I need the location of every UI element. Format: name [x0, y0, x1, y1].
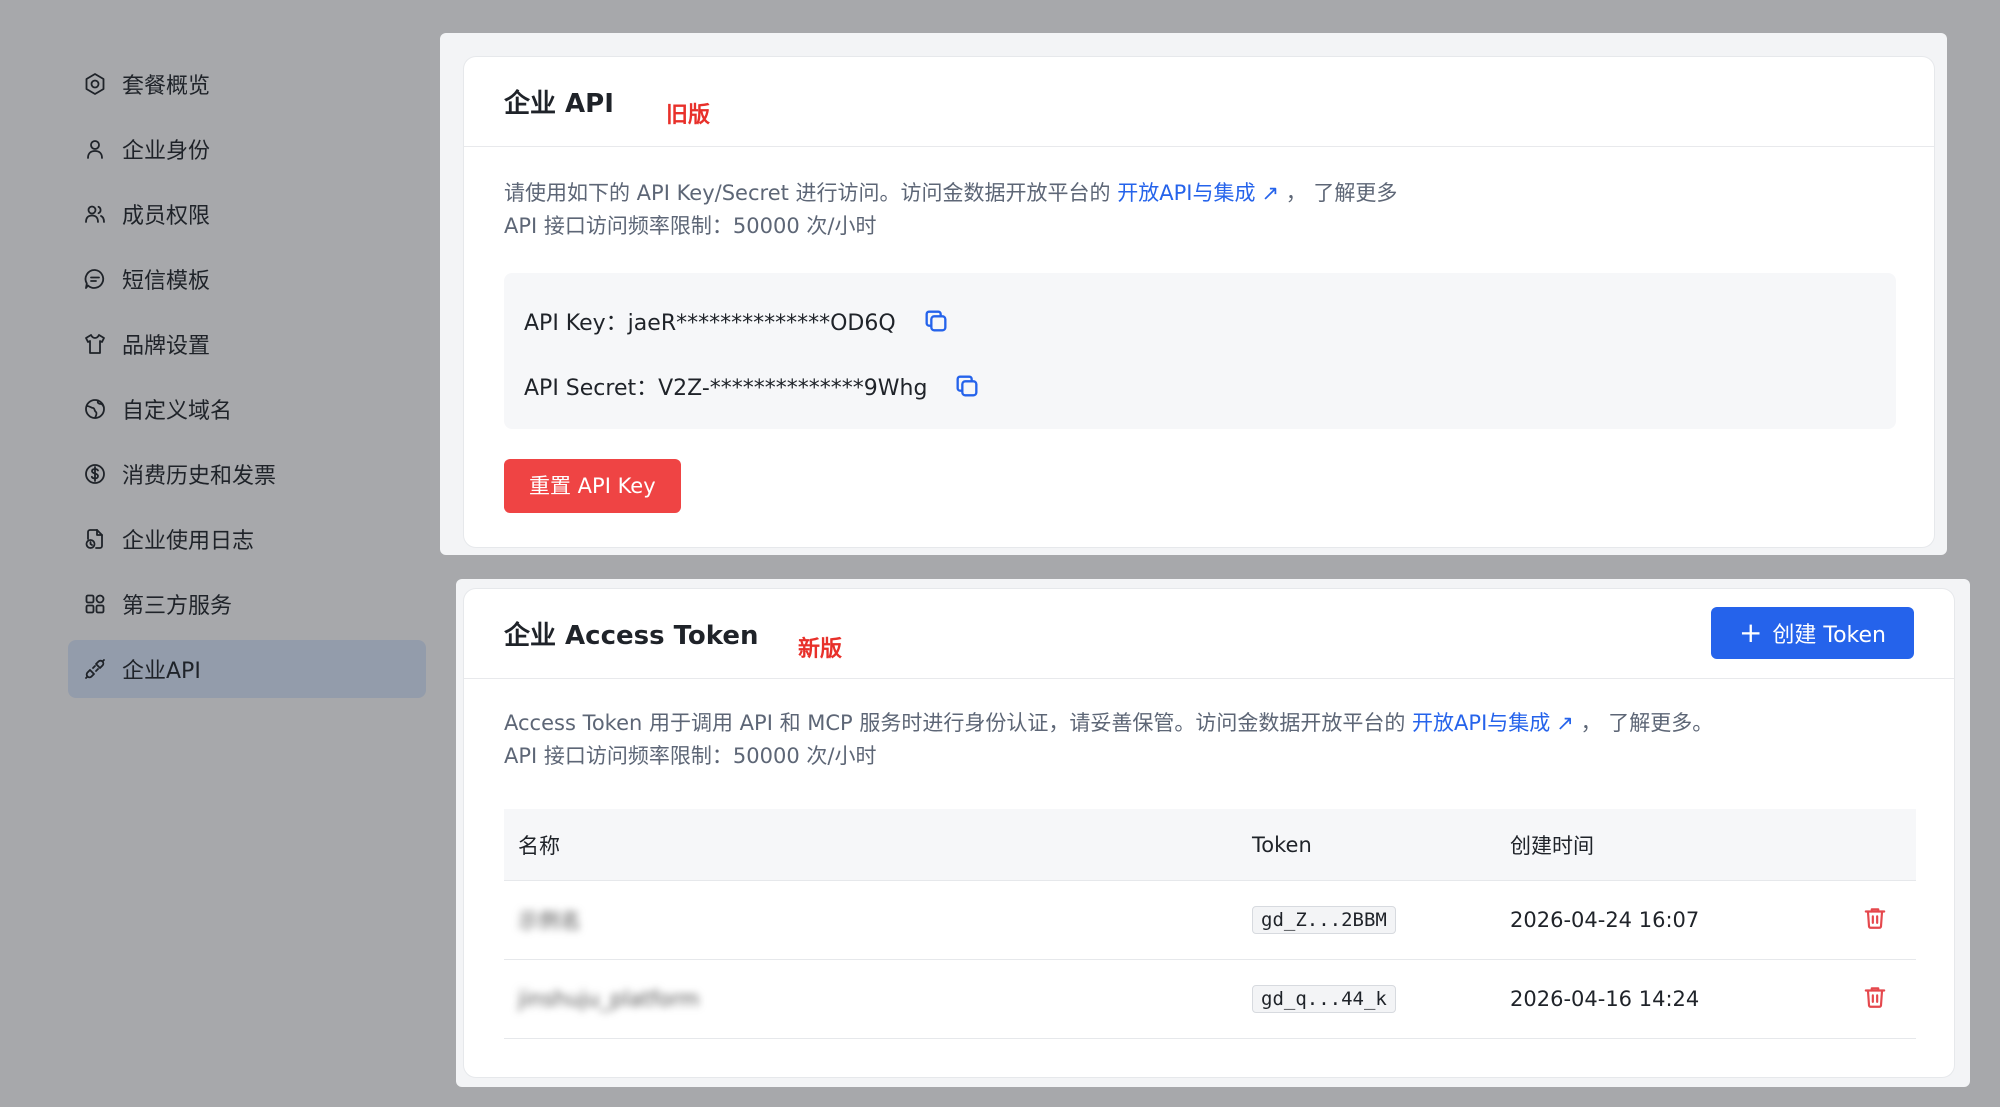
header-created: 创建时间 — [1510, 833, 1594, 858]
copy-icon[interactable] — [922, 307, 950, 335]
sidebar-item-label: 自定义域名 — [122, 399, 233, 424]
sidebar-item-label: 品牌设置 — [122, 334, 211, 359]
sidebar-item-label: 套餐概览 — [122, 74, 211, 99]
file-log-icon — [82, 526, 108, 552]
desc-suffix: ， 了解更多。 — [1580, 711, 1714, 735]
old-version-tag: 旧版 — [666, 103, 711, 128]
sidebar-item-enterprise-identity[interactable]: 企业身份 — [68, 120, 426, 178]
token-value: gd_Z...2BBM — [1252, 906, 1396, 934]
package-icon — [82, 71, 108, 97]
users-icon — [82, 201, 108, 227]
access-token-card: 企业 Access Token 新版 + 创建 Token Access Tok… — [464, 589, 1954, 1077]
dollar-icon — [82, 461, 108, 487]
trash-icon[interactable] — [1862, 984, 1888, 1015]
open-api-link[interactable]: 开放API与集成 ↗ — [1117, 181, 1279, 205]
message-icon — [82, 266, 108, 292]
api-secret-value: API Secret：V2Z-**************9Whg — [524, 376, 928, 401]
shirt-icon — [82, 331, 108, 357]
api-key-value: API Key：jaeR**************OD6Q — [524, 311, 896, 336]
old-api-panel: 企业 API 旧版 请使用如下的 API Key/Secret 进行访问。访问金… — [440, 33, 1947, 555]
open-api-link[interactable]: 开放API与集成 ↗ — [1412, 711, 1574, 735]
token-name: 示例名 — [518, 909, 581, 933]
token-description: Access Token 用于调用 API 和 MCP 服务时进行身份认证，请妥… — [464, 679, 1954, 773]
api-description: 请使用如下的 API Key/Secret 进行访问。访问金数据开放平台的 开放… — [464, 147, 1934, 243]
api-credentials-box: API Key：jaeR**************OD6Q API Secre… — [504, 273, 1896, 429]
sidebar-item-label: 第三方服务 — [122, 594, 233, 619]
sidebar-item-package-overview[interactable]: 套餐概览 — [68, 55, 426, 113]
sidebar-item-third-party-services[interactable]: 第三方服务 — [68, 575, 426, 633]
sidebar-item-enterprise-api[interactable]: 企业API — [68, 640, 426, 698]
sidebar: 套餐概览 企业身份 成员权限 短信模板 品牌设置 自定义域名 消费历史和发票 企… — [68, 55, 426, 705]
table-header: 名称 Token 创建时间 — [504, 809, 1916, 881]
grid-icon — [82, 591, 108, 617]
external-link-icon: ↗ — [1556, 711, 1574, 735]
rate-limit-text: API 接口访问频率限制：50000 次/小时 — [504, 214, 877, 238]
created-time: 2026-04-24 16:07 — [1510, 908, 1700, 932]
sidebar-item-label: 企业API — [122, 659, 201, 684]
reset-api-key-button[interactable]: 重置 API Key — [504, 459, 681, 513]
card-title: 企业 Access Token — [504, 621, 759, 651]
sidebar-item-label: 企业身份 — [122, 139, 211, 164]
user-icon — [82, 136, 108, 162]
sidebar-item-billing-history[interactable]: 消费历史和发票 — [68, 445, 426, 503]
table-row: 示例名 gd_Z...2BBM 2026-04-24 16:07 — [504, 881, 1916, 960]
sidebar-item-label: 消费历史和发票 — [122, 464, 277, 489]
sidebar-item-custom-domain[interactable]: 自定义域名 — [68, 380, 426, 438]
table-row: jinshuju_platform gd_q...44_k 2026-04-16… — [504, 960, 1916, 1039]
created-time: 2026-04-16 14:24 — [1510, 987, 1700, 1011]
external-link-icon: ↗ — [1261, 181, 1280, 205]
enterprise-api-card: 企业 API 旧版 请使用如下的 API Key/Secret 进行访问。访问金… — [464, 57, 1934, 547]
card-header: 企业 API 旧版 — [464, 57, 1934, 147]
sidebar-item-label: 企业使用日志 — [122, 529, 255, 554]
create-token-button[interactable]: + 创建 Token — [1710, 607, 1914, 659]
header-name: 名称 — [518, 833, 560, 858]
desc-suffix: ， 了解更多 — [1285, 181, 1398, 205]
desc-text: 请使用如下的 API Key/Secret 进行访问。访问金数据开放平台的 — [504, 181, 1111, 205]
sidebar-item-usage-logs[interactable]: 企业使用日志 — [68, 510, 426, 568]
trash-icon[interactable] — [1862, 905, 1888, 936]
token-table: 名称 Token 创建时间 示例名 gd_Z...2BBM 2026-04-24… — [504, 809, 1916, 1039]
sidebar-item-member-permissions[interactable]: 成员权限 — [68, 185, 426, 243]
api-secret-row: API Secret：V2Z-**************9Whg — [524, 366, 1876, 406]
rate-limit-text: API 接口访问频率限制：50000 次/小时 — [504, 744, 877, 768]
card-header: 企业 Access Token 新版 + 创建 Token — [464, 589, 1954, 679]
copy-icon[interactable] — [953, 372, 981, 400]
plus-icon: + — [1738, 616, 1763, 649]
sidebar-item-label: 短信模板 — [122, 269, 211, 294]
api-key-row: API Key：jaeR**************OD6Q — [524, 301, 1876, 341]
create-token-label: 创建 Token — [1772, 623, 1886, 648]
sidebar-item-brand-settings[interactable]: 品牌设置 — [68, 315, 426, 373]
sidebar-item-sms-templates[interactable]: 短信模板 — [68, 250, 426, 308]
api-link-icon — [82, 656, 108, 682]
sidebar-item-label: 成员权限 — [122, 204, 211, 229]
token-value: gd_q...44_k — [1252, 985, 1396, 1013]
card-title: 企业 API — [504, 89, 614, 119]
new-version-tag: 新版 — [798, 637, 843, 662]
new-token-panel: 企业 Access Token 新版 + 创建 Token Access Tok… — [456, 579, 1970, 1087]
globe-icon — [82, 396, 108, 422]
header-token: Token — [1252, 832, 1312, 857]
token-name: jinshuju_platform — [518, 987, 700, 1011]
desc-text: Access Token 用于调用 API 和 MCP 服务时进行身份认证，请妥… — [504, 711, 1406, 735]
